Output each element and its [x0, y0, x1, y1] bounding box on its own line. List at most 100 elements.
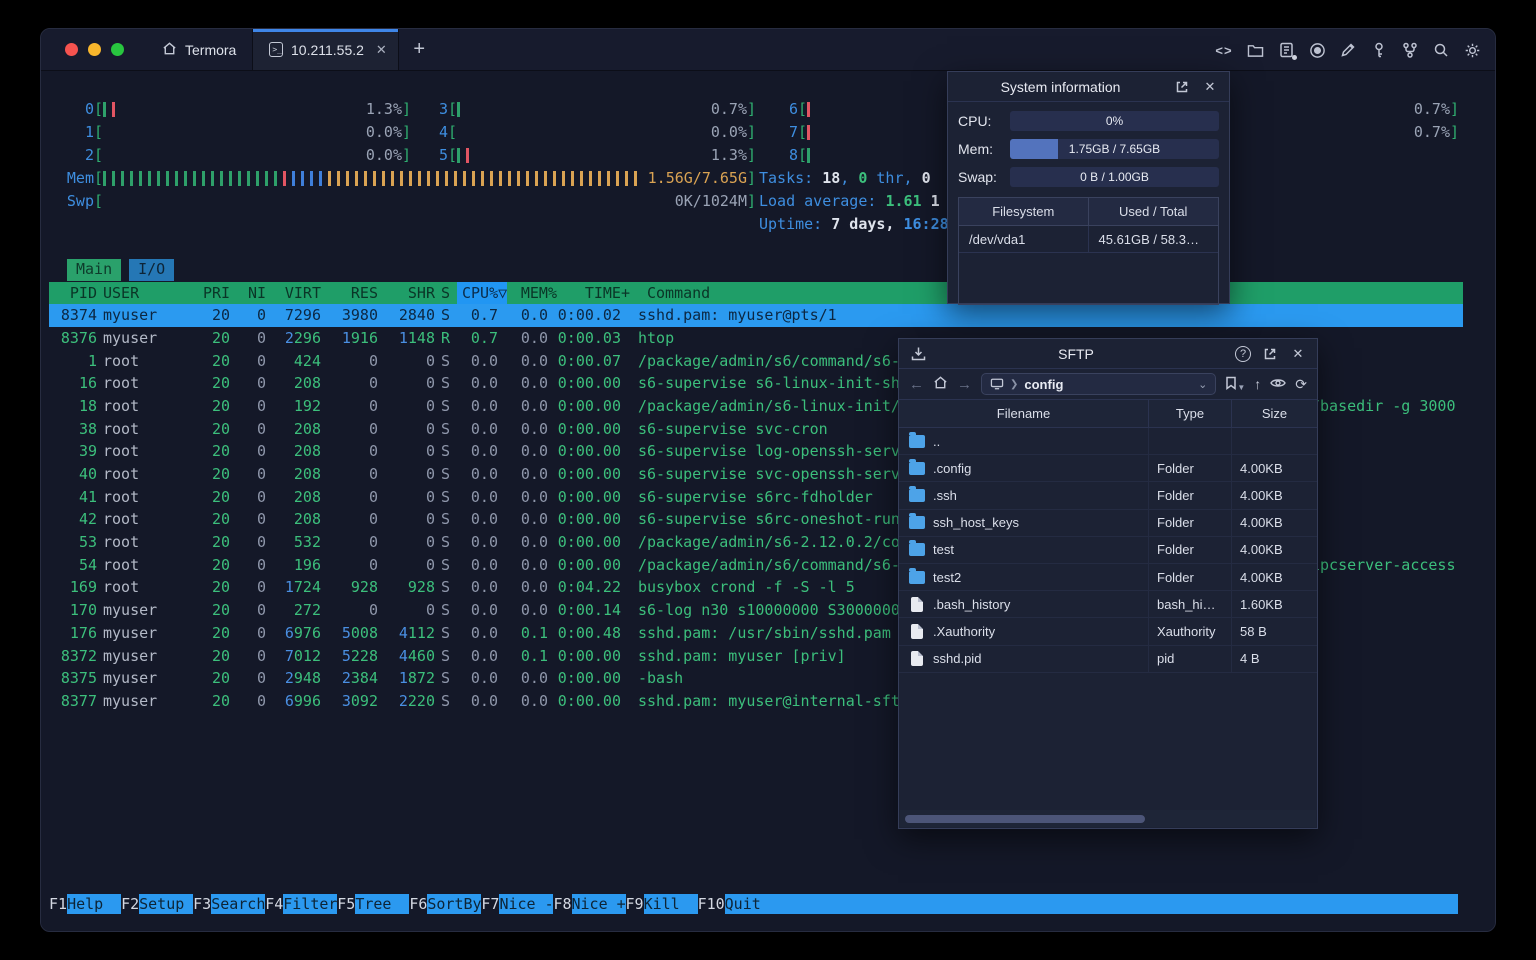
file-row[interactable]: ssh_host_keys Folder 4.00KB: [899, 509, 1317, 537]
process-user: root: [103, 419, 140, 438]
horizontal-scrollbar[interactable]: [900, 810, 1316, 827]
settings-icon[interactable]: [1463, 41, 1481, 59]
folder-icon[interactable]: [1246, 41, 1264, 59]
tasks-line-segment: 0: [921, 168, 940, 187]
fkey-label-setup[interactable]: Setup: [139, 894, 194, 914]
search-icon[interactable]: [1432, 41, 1450, 59]
fkey-f3[interactable]: F3: [193, 894, 211, 914]
close-panel-icon[interactable]: ✕: [1289, 345, 1307, 363]
close-panel-icon[interactable]: ✕: [1201, 78, 1219, 96]
file-row[interactable]: sshd.pid pid 4 B: [899, 645, 1317, 673]
fkey-f4[interactable]: F4: [265, 894, 283, 914]
path-breadcrumb[interactable]: ❯ config ⌄: [981, 373, 1217, 395]
fkey-label-quit[interactable]: Quit: [724, 894, 1458, 914]
code-icon[interactable]: <>: [1215, 41, 1233, 59]
filename-column-header[interactable]: Filename: [899, 400, 1149, 427]
git-fork-icon[interactable]: [1401, 41, 1419, 59]
fkey-label-help[interactable]: Help: [67, 894, 122, 914]
fkey-label-nice[interactable]: Nice +: [571, 894, 626, 914]
tab-main[interactable]: Main: [67, 259, 122, 281]
chevron-down-icon[interactable]: ⌄: [1198, 378, 1207, 391]
file-row[interactable]: .bash_history bash_hi… 1.60KB: [899, 591, 1317, 619]
back-icon[interactable]: ←: [909, 376, 924, 393]
open-in-new-window-icon[interactable]: [1173, 78, 1191, 96]
download-icon[interactable]: [909, 345, 927, 363]
process-pri: 20: [211, 533, 230, 552]
minimize-window-button[interactable]: [88, 43, 101, 56]
size-column-header[interactable]: Size: [1232, 400, 1317, 427]
upload-up-icon[interactable]: ↑: [1254, 376, 1261, 392]
file-row[interactable]: test Folder 4.00KB: [899, 536, 1317, 564]
fkey-label-filter[interactable]: Filter: [283, 894, 338, 914]
fkey-f8[interactable]: F8: [553, 894, 571, 914]
meter-tick: [445, 170, 454, 186]
fkey-f6[interactable]: F6: [409, 894, 427, 914]
fkey-label-kill[interactable]: Kill: [643, 894, 698, 914]
process-pri: 20: [211, 578, 230, 597]
tab-io[interactable]: I/O: [129, 259, 175, 281]
fkey-f7[interactable]: F7: [481, 894, 499, 914]
file-row[interactable]: .Xauthority Xauthority 58 B: [899, 618, 1317, 646]
home-icon[interactable]: [933, 375, 948, 393]
fkey-f9[interactable]: F9: [626, 894, 644, 914]
file-row[interactable]: .config Folder 4.00KB: [899, 455, 1317, 483]
file-name: sshd.pid: [933, 651, 982, 667]
meter-tick: [283, 170, 292, 186]
new-tab-button[interactable]: +: [399, 29, 439, 70]
terminal-icon: >_: [269, 42, 283, 57]
file-row[interactable]: ..: [899, 428, 1317, 456]
meter-tick: [607, 170, 616, 186]
refresh-icon[interactable]: ⟳: [1295, 376, 1307, 393]
type-column-header[interactable]: Type: [1149, 400, 1232, 427]
file-size-cell: [1232, 428, 1317, 454]
close-tab-icon[interactable]: ✕: [376, 42, 387, 58]
process-row[interactable]: 8374 myuser 20 0 7296 3980 2840 S 0.7 0.0 0:00.02 s…: [49, 304, 1463, 327]
fkey-f10[interactable]: F10: [698, 894, 725, 914]
process-pri: 20: [211, 465, 230, 483]
fkey-label-tree[interactable]: Tree: [355, 894, 410, 914]
file-type-cell: pid: [1149, 645, 1232, 672]
meter-close-bracket: ]: [402, 99, 412, 118]
filesystem-column-header[interactable]: Filesystem: [959, 198, 1089, 225]
tab-termora-home[interactable]: Termora: [146, 29, 254, 70]
zoom-window-button[interactable]: [111, 43, 124, 56]
cpu-meter-2: 2[0.0%]: [58, 144, 411, 167]
file-row[interactable]: test2 Folder 4.00KB: [899, 563, 1317, 592]
fkey-f2[interactable]: F2: [121, 894, 139, 914]
fkey-f5[interactable]: F5: [337, 894, 355, 914]
process-state: S: [441, 601, 451, 620]
cpu-meter-0: 0[1.3%]: [58, 98, 411, 121]
process-table-header[interactable]: PID USER PRI NI VIRT RES SHR S CPU%▽ MEM% TIME+ Com…: [49, 281, 1463, 305]
file-name-cell: sshd.pid: [899, 645, 1149, 672]
scrollbar-thumb[interactable]: [905, 814, 1145, 823]
key-icon[interactable]: [1370, 41, 1388, 59]
process-state: S: [441, 578, 451, 597]
record-icon[interactable]: [1308, 41, 1326, 59]
forward-icon[interactable]: →: [957, 376, 972, 393]
filesystem-row[interactable]: /dev/vda1 45.61GB / 58.3…: [959, 226, 1218, 253]
file-size-cell: 4.00KB: [1240, 487, 1283, 503]
fkey-f1[interactable]: F1: [49, 894, 67, 914]
fkey-label-nice[interactable]: Nice -: [499, 894, 554, 914]
fkey-label-search[interactable]: Search: [211, 894, 266, 914]
cpu-meter-label: 1: [84, 122, 94, 141]
meter-tick: [139, 170, 148, 186]
cpu-progress-value: 0%: [1105, 114, 1124, 128]
process-state: S: [441, 465, 451, 483]
meter-open-bracket: [: [94, 191, 104, 210]
process-time: 0:00.02: [557, 306, 621, 325]
used-total-column-header[interactable]: Used / Total: [1089, 198, 1219, 225]
help-icon[interactable]: ?: [1235, 345, 1251, 362]
show-hidden-eye-icon[interactable]: [1270, 376, 1287, 392]
file-type-cell: Folder: [1149, 536, 1232, 563]
process-time: 0:00.00: [557, 691, 621, 710]
pencil-icon[interactable]: [1339, 41, 1357, 59]
bookmark-icon[interactable]: ▼: [1225, 376, 1245, 393]
fkey-label-sortby[interactable]: SortBy: [427, 894, 482, 914]
tab-session-10-211-55-2[interactable]: >_ 10.211.55.2 ✕: [253, 29, 400, 70]
close-window-button[interactable]: [65, 43, 78, 56]
open-in-new-window-icon[interactable]: [1261, 345, 1279, 363]
log-document-icon[interactable]: [1277, 41, 1297, 60]
file-row[interactable]: .ssh Folder 4.00KB: [899, 482, 1317, 510]
meter-tick: [562, 170, 571, 186]
